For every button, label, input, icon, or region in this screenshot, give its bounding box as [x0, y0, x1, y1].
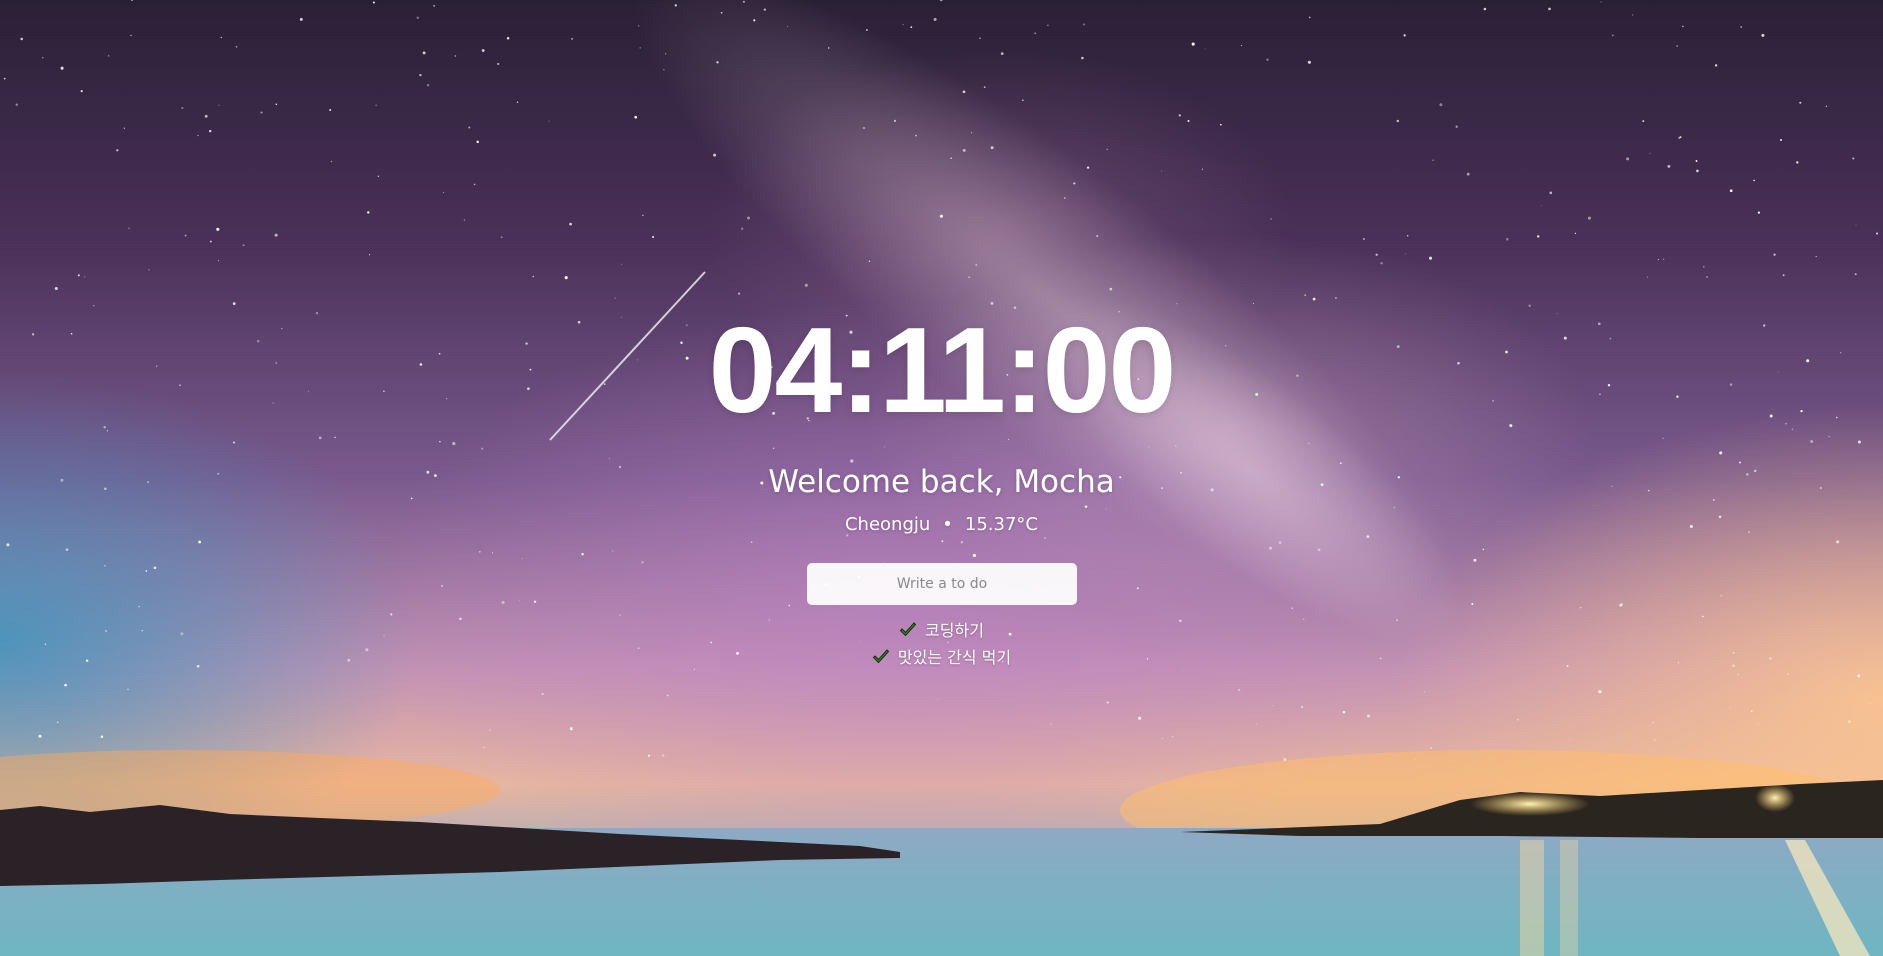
todo-text: 코딩하기 [925, 621, 984, 640]
todo-form [807, 563, 1077, 605]
weather-separator: • [942, 514, 953, 535]
todo-text: 맛있는 간식 먹기 [897, 648, 1012, 667]
todo-item: 맛있는 간식 먹기 [0, 644, 1883, 671]
weather-temperature: 15.37°C [964, 514, 1039, 535]
todo-input[interactable] [807, 563, 1077, 605]
clock: 04:11:00 [708, 302, 1177, 438]
check-icon[interactable] [872, 647, 890, 665]
todo-list: 코딩하기 맛있는 간식 먹기 [0, 617, 1883, 671]
greeting: Welcome back, Mocha [768, 464, 1115, 500]
check-icon[interactable] [899, 620, 917, 638]
weather-city: Cheongju [844, 514, 931, 535]
weather-info: Cheongju • 15.37°C [0, 512, 1883, 538]
todo-item: 코딩하기 [0, 617, 1883, 644]
